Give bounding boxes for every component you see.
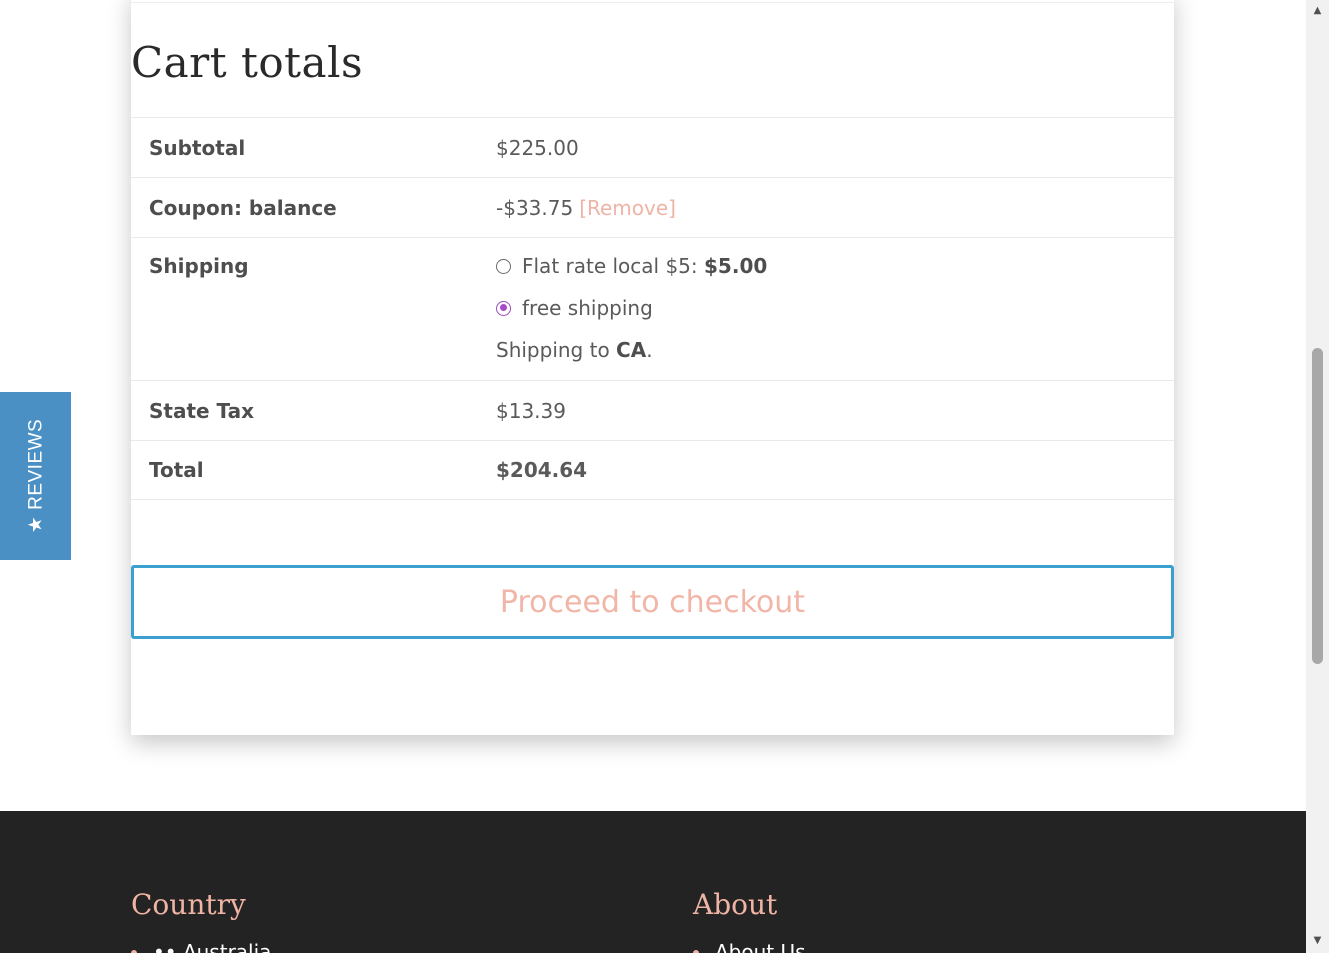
footer-link-australia[interactable]: •• Australia [131,937,271,953]
tax-row: State Tax $13.39 [131,380,1174,440]
reviews-tab-content: ★ REVIEWS [24,419,47,533]
scrollbar-thumb[interactable] [1312,348,1323,664]
reviews-tab-label: REVIEWS [25,418,46,510]
footer-list-about: About Us [693,937,806,953]
shipping-destination-state: CA [616,338,647,362]
cart-totals-table: Subtotal $225.00 Coupon: balance -$33.75… [131,117,1174,500]
footer-link-label: Australia [182,940,272,953]
subtotal-value: $225.00 [496,135,579,160]
flat-rate-price: $5.00 [704,254,768,278]
scroll-up-arrow-icon[interactable]: ▲ [1306,2,1329,19]
coupon-discount: -$33.75 [496,195,574,220]
proceed-to-checkout-button[interactable]: Proceed to checkout [131,565,1174,639]
scroll-down-arrow-icon[interactable]: ▼ [1306,932,1329,949]
footer-heading-about: About [693,888,778,921]
shipping-destination-prefix: Shipping to [496,338,610,362]
footer-link-prefix: •• [153,940,177,953]
coupon-row: Coupon: balance -$33.75 [Remove] [131,177,1174,237]
footer-heading-country: Country [131,888,246,921]
shipping-row: Shipping Flat rate local $5: $5.00 free … [131,237,1174,380]
total-row: Total $204.64 [131,440,1174,500]
shipping-options: Flat rate local $5: $5.00 free shipping … [496,238,767,380]
coupon-label: Coupon: balance [149,195,337,220]
total-label: Total [149,458,204,482]
footer-link-about-us[interactable]: About Us [693,937,806,953]
shipping-option-flat-rate[interactable]: Flat rate local $5: $5.00 [496,252,767,280]
vertical-scrollbar[interactable]: ▲ ▼ [1306,0,1329,953]
footer-column-country: Country •• Australia [131,887,271,953]
flat-rate-radio[interactable] [496,258,511,274]
shipping-destination: Shipping to CA. [496,336,767,364]
footer-list-country: •• Australia [131,937,271,953]
star-icon: ★ [25,515,46,534]
subtotal-label: Subtotal [149,135,246,160]
footer-column-about: About About Us [693,887,806,953]
cart-totals-card: Cart totals Subtotal $225.00 Coupon: bal… [131,0,1174,735]
tax-label: State Tax [149,398,255,423]
coupon-value-cell: -$33.75 [Remove] [496,178,676,238]
tax-value: $13.39 [496,398,566,423]
free-shipping-label: free shipping [522,296,653,320]
shipping-label: Shipping [149,254,249,278]
subtotal-row: Subtotal $225.00 [131,117,1174,177]
cart-totals-title: Cart totals [131,38,364,87]
remove-coupon-link[interactable]: [Remove] [579,196,676,220]
footer: Country •• Australia About About Us [0,811,1306,953]
divider [131,2,1174,3]
shipping-destination-suffix: . [646,338,653,362]
reviews-tab[interactable]: ★ REVIEWS [0,392,71,560]
page: Cart totals Subtotal $225.00 Coupon: bal… [0,0,1306,953]
flat-rate-label: Flat rate local $5: [522,254,698,278]
total-value: $204.64 [496,458,588,482]
free-shipping-radio[interactable] [496,300,511,316]
shipping-option-free[interactable]: free shipping [496,294,767,322]
